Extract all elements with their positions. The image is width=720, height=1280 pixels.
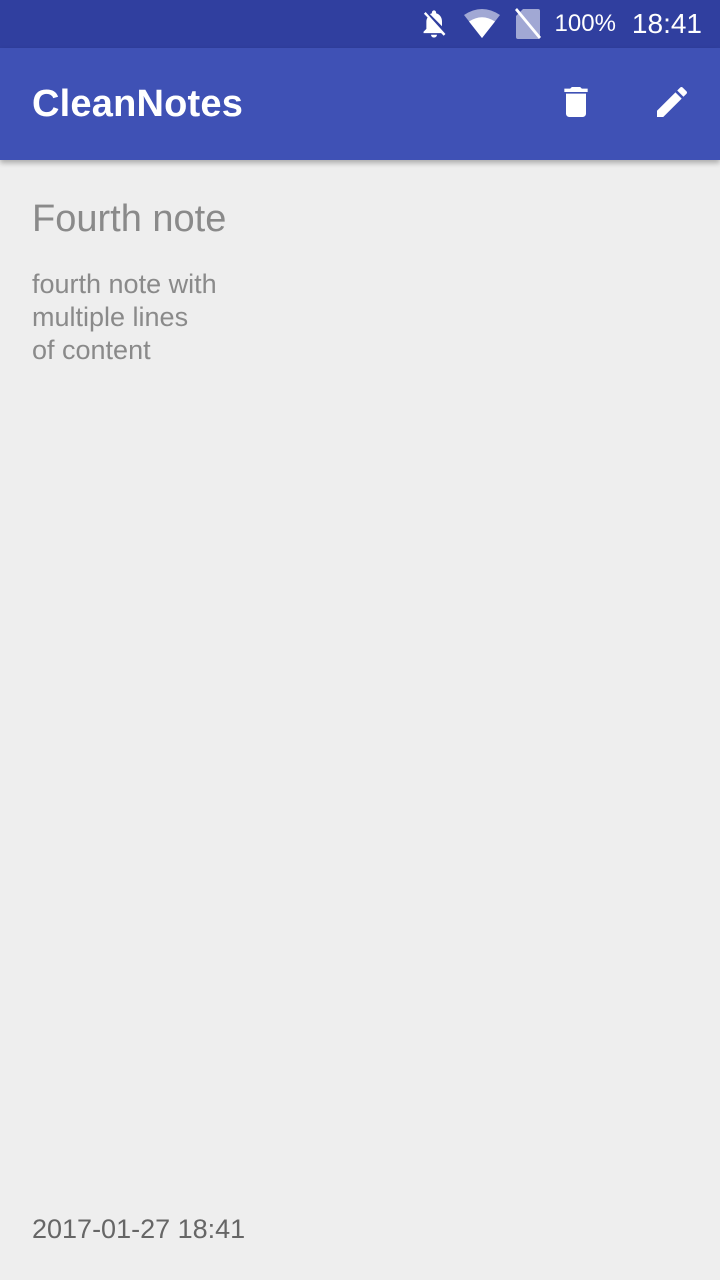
delete-icon <box>556 82 596 127</box>
status-time: 18:41 <box>631 8 702 39</box>
wifi-icon <box>463 9 501 39</box>
status-bar: 100% 18:41 <box>0 0 720 48</box>
edit-button[interactable] <box>644 76 700 132</box>
note-content: fourth note with multiple lines of conte… <box>32 269 217 365</box>
app-bar: CleanNotes <box>0 48 720 160</box>
no-sim-icon <box>514 8 541 40</box>
notifications-off-icon <box>419 8 449 40</box>
app-title: CleanNotes <box>32 83 244 125</box>
note-date: 2017-01-27 18:41 <box>32 1214 246 1244</box>
edit-icon <box>652 82 692 127</box>
status-icons: 100% 18:41 <box>419 0 702 48</box>
delete-button[interactable] <box>548 76 604 132</box>
battery-percentage: 100% <box>554 10 616 37</box>
note-title: Fourth note <box>32 198 227 240</box>
note-detail: Fourth note fourth note with multiple li… <box>0 160 720 1280</box>
